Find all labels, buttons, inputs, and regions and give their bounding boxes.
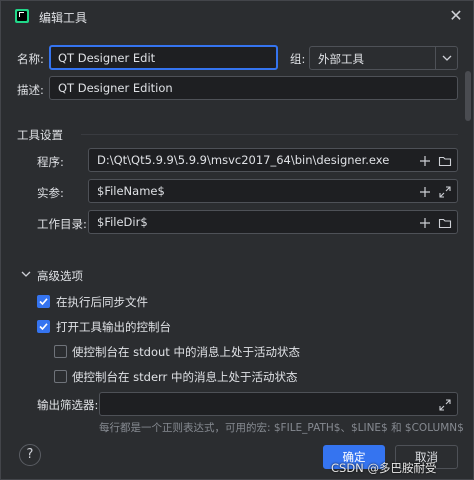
scrollbar[interactable] xyxy=(465,71,471,121)
tool-settings-title: 工具设置 xyxy=(17,128,63,142)
help-button[interactable]: ? xyxy=(19,444,41,466)
description-field[interactable] xyxy=(49,76,458,100)
program-label: 程序: xyxy=(37,155,64,169)
output-filter-field[interactable] xyxy=(99,392,458,416)
name-input[interactable] xyxy=(51,47,276,68)
stdout-active-checkbox[interactable] xyxy=(54,345,67,358)
open-console-label: 打开工具输出的控制台 xyxy=(56,320,171,334)
working-directory-input[interactable] xyxy=(89,211,457,233)
output-filter-input[interactable] xyxy=(100,393,457,415)
stderr-active-checkbox[interactable] xyxy=(54,370,67,383)
arguments-label: 实参: xyxy=(37,186,64,200)
working-directory-field[interactable] xyxy=(88,210,458,234)
open-console-checkbox[interactable] xyxy=(37,320,50,333)
pycharm-logo-icon xyxy=(15,9,29,23)
expand-icon[interactable] xyxy=(438,398,452,412)
title-bar: 编辑工具 ✕ xyxy=(1,1,473,31)
browse-folder-icon[interactable] xyxy=(438,154,452,168)
group-label: 组: xyxy=(290,52,306,66)
insert-macro-plus-icon[interactable] xyxy=(418,154,432,168)
name-label: 名称: xyxy=(17,52,44,66)
close-icon[interactable]: ✕ xyxy=(447,7,465,25)
expand-icon[interactable] xyxy=(438,185,452,199)
checkmark-icon xyxy=(39,323,48,331)
advanced-options-toggle[interactable]: 高级选项 xyxy=(19,267,119,283)
section-divider xyxy=(81,134,458,135)
stderr-active-label: 使控制台在 stderr 中的消息上处于活动状态 xyxy=(72,370,298,384)
sync-files-checkbox[interactable] xyxy=(37,295,50,308)
program-field[interactable] xyxy=(88,148,458,172)
sync-files-label: 在执行后同步文件 xyxy=(56,295,148,309)
stdout-active-label: 使控制台在 stdout 中的消息上处于活动状态 xyxy=(72,345,300,359)
advanced-options-title: 高级选项 xyxy=(37,269,83,283)
checkmark-icon xyxy=(39,298,48,306)
group-value: 外部工具 xyxy=(318,52,364,66)
chevron-down-icon[interactable] xyxy=(435,47,457,69)
insert-macro-plus-icon[interactable] xyxy=(418,216,432,230)
name-field[interactable] xyxy=(49,45,278,70)
arguments-input[interactable] xyxy=(89,180,457,202)
working-directory-label: 工作目录: xyxy=(37,217,87,231)
output-filter-label: 输出筛选器: xyxy=(37,398,99,412)
insert-macro-plus-icon[interactable] xyxy=(418,185,432,199)
description-input[interactable] xyxy=(50,77,457,99)
window-title: 编辑工具 xyxy=(39,11,88,25)
edit-tool-dialog: 编辑工具 ✕ 名称: 组: 外部工具 描述: 工具设置 程序: 实参: xyxy=(0,0,474,480)
program-input[interactable] xyxy=(89,149,457,171)
description-label: 描述: xyxy=(17,83,44,97)
chevron-down-icon xyxy=(21,271,31,277)
arguments-field[interactable] xyxy=(88,179,458,203)
browse-folder-icon[interactable] xyxy=(438,216,452,230)
group-dropdown[interactable]: 外部工具 xyxy=(309,46,458,70)
output-filter-hint: 每行都是一个正则表达式，可用的宏: $FILE_PATH$、$LINE$ 和 $… xyxy=(99,422,464,434)
watermark: CSDN @多巴胺耐受 xyxy=(331,461,437,475)
